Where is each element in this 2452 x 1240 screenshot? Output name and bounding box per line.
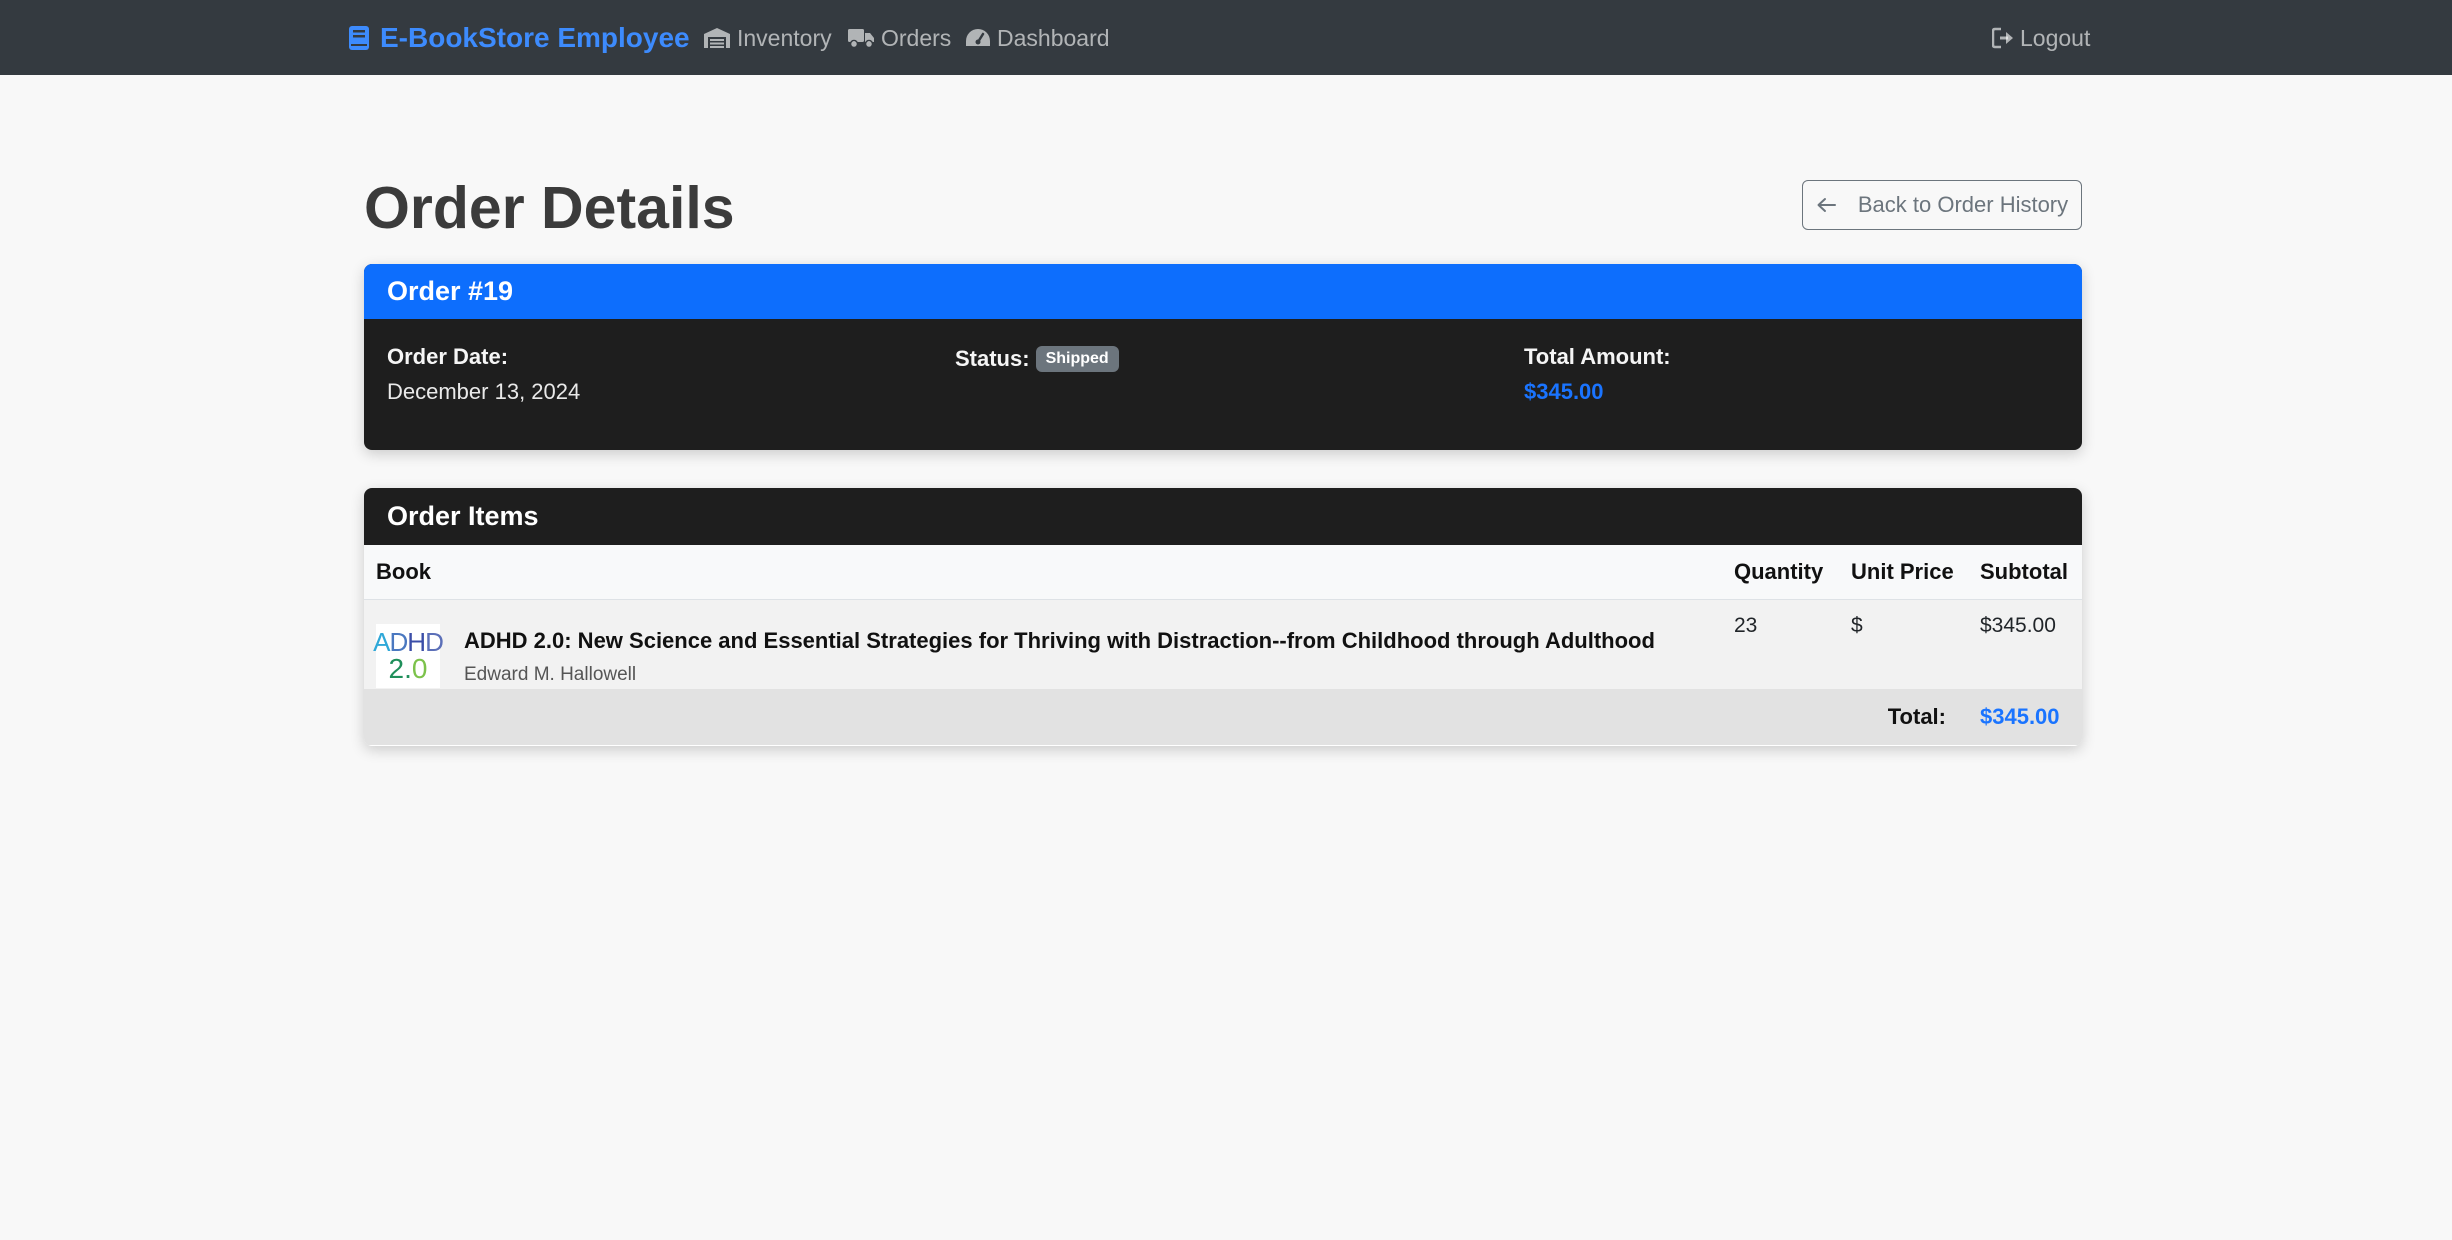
brand-link[interactable]: E-BookStore Employee: [348, 20, 690, 56]
top-navbar: E-BookStore Employee Inventory Orders Da…: [0, 0, 2452, 75]
status-badge: Shipped: [1035, 346, 1119, 372]
table-footer-row: Total: $345.00: [364, 689, 2082, 745]
quantity-cell: 23: [1734, 613, 1758, 637]
column-header-quantity: Quantity: [1722, 545, 1839, 600]
column-header-subtotal: Subtotal: [1968, 545, 2082, 600]
logout-icon: [1992, 27, 2014, 49]
subtotal-cell: $345.00: [1980, 613, 2056, 637]
cover-line-2: 2.0: [388, 652, 428, 684]
order-status-label: Status:: [955, 346, 1030, 371]
book-title: ADHD 2.0: New Science and Essential Stra…: [464, 627, 1655, 653]
warehouse-icon: [703, 27, 731, 49]
order-total-block: Total Amount: $345.00: [1524, 344, 1671, 405]
unit-price-cell: $: [1851, 613, 1863, 637]
order-items-header: Order Items: [364, 488, 2082, 545]
nav-inventory-label: Inventory: [737, 24, 832, 51]
order-items-card: Order Items Book Quantity Unit Price Sub…: [364, 488, 2082, 746]
back-button-label: Back to Order History: [1857, 192, 2069, 217]
logout-label: Logout: [2020, 24, 2091, 51]
table-row: ADHD 2.0 ADHD 2.0: New Science and Essen…: [364, 599, 2082, 689]
arrow-left-icon: [1816, 197, 1836, 213]
gauge-icon: [965, 27, 991, 49]
column-header-book: Book: [364, 545, 1722, 600]
column-header-unit-price: Unit Price: [1839, 545, 1968, 600]
items-total-value: $345.00: [1980, 704, 2060, 729]
order-items-table: Book Quantity Unit Price Subtotal ADHD 2…: [364, 545, 2082, 745]
nav-dashboard-label: Dashboard: [997, 24, 1110, 51]
order-date-value: December 13, 2024: [387, 379, 581, 404]
order-summary-card: Order #19 Order Date: December 13, 2024 …: [364, 264, 2082, 450]
order-total-label: Total Amount:: [1524, 344, 1671, 369]
order-total-value: $345.00: [1524, 379, 1604, 404]
logout-link[interactable]: Logout: [1992, 20, 2090, 56]
cover-line-1: ADHD: [373, 626, 444, 657]
nav-orders[interactable]: Orders: [847, 20, 951, 56]
book-icon: [348, 25, 370, 51]
book-cover-image: ADHD 2.0: [373, 623, 444, 688]
brand-label: E-BookStore Employee: [380, 22, 690, 53]
nav-dashboard[interactable]: Dashboard: [965, 20, 1110, 56]
page-title: Order Details: [364, 175, 735, 241]
order-number-header: Order #19: [364, 264, 2082, 319]
order-date-label: Order Date:: [387, 344, 509, 369]
table-header-row: Book Quantity Unit Price Subtotal: [364, 545, 2082, 600]
nav-orders-label: Orders: [881, 24, 952, 51]
order-date-block: Order Date: December 13, 2024: [387, 344, 580, 405]
order-status-block: Status: Shipped: [955, 344, 1119, 374]
truck-icon: [847, 27, 875, 49]
nav-inventory[interactable]: Inventory: [703, 20, 832, 56]
book-author: Edward M. Hallowell: [464, 663, 637, 685]
book-cell: ADHD 2.0 ADHD 2.0: New Science and Essen…: [364, 599, 1722, 689]
back-to-order-history-button[interactable]: Back to Order History: [1802, 180, 2082, 230]
items-total-label: Total:: [1887, 704, 1946, 729]
